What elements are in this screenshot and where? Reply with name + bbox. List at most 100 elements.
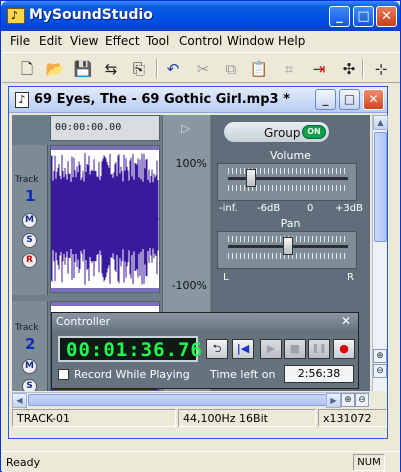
- pan-knob[interactable]: [283, 237, 293, 255]
- zoom-out-vertical-icon[interactable]: ⊖: [373, 364, 387, 378]
- scroll-left-icon[interactable]: ◀: [12, 393, 27, 408]
- status-bar: Ready NUM: [2, 451, 400, 472]
- mute-button[interactable]: M: [22, 359, 37, 374]
- track-2-header: Track 2 M S: [12, 301, 48, 391]
- waveform-graphic: [50, 146, 159, 292]
- controller-title-bar[interactable]: Controller ✕: [52, 313, 358, 330]
- app-window: ♪ MySoundStudio _ □ ✕ File Edit View Eff…: [0, 0, 401, 472]
- mute-button[interactable]: M: [22, 213, 37, 228]
- track-label: Track: [15, 323, 39, 333]
- title-bar[interactable]: ♪ MySoundStudio _ □ ✕: [1, 1, 400, 31]
- group-on-indicator: ON: [302, 125, 326, 139]
- close-button[interactable]: ✕: [376, 6, 397, 27]
- volume-scale-label: 0: [307, 203, 314, 214]
- controller-window: Controller ✕ 00:01:36.76 ⮌ |◀ ▶ ■ ❚❚ ● R…: [51, 312, 359, 389]
- app-title: MySoundStudio: [29, 7, 153, 23]
- controller-close-icon[interactable]: ✕: [338, 314, 354, 329]
- menu-effect[interactable]: Effect: [105, 34, 140, 48]
- zoom-tool-icon[interactable]: ⊹: [370, 58, 392, 80]
- play-button[interactable]: ▶: [260, 339, 282, 359]
- zoom-out-horizontal-icon[interactable]: ⊖: [355, 393, 369, 407]
- export-icon[interactable]: ⎘: [128, 58, 150, 80]
- record-while-playing-label: Record While Playing: [74, 368, 190, 381]
- import-icon[interactable]: ⇆: [100, 58, 122, 80]
- menu-tool[interactable]: Tool: [146, 34, 169, 48]
- menu-edit[interactable]: Edit: [39, 34, 62, 48]
- solo-button[interactable]: S: [22, 233, 37, 248]
- insert-track-icon[interactable]: ⇥: [308, 58, 330, 80]
- track-number: 2: [25, 335, 36, 353]
- toolbar-separator: [362, 59, 364, 79]
- volume-slider[interactable]: [217, 163, 357, 201]
- group-label: Group: [264, 126, 301, 140]
- solo-button[interactable]: S: [22, 379, 37, 391]
- track-label: Track: [15, 175, 39, 185]
- audio-file-icon: ♪: [15, 92, 29, 108]
- waveform-track-1[interactable]: [50, 145, 160, 293]
- app-logo-icon: ♪: [7, 8, 25, 24]
- track-status: TRACK-01: [12, 409, 176, 427]
- zoom-status: x131072: [318, 409, 387, 427]
- timeline-position[interactable]: 00:00:00.00: [50, 115, 160, 141]
- menu-window[interactable]: Window: [227, 34, 274, 48]
- horizontal-scroll-thumb[interactable]: [28, 394, 328, 406]
- menu-bar: File Edit View Effect Tool Control Windo…: [2, 31, 400, 51]
- pan-right-label: R: [347, 272, 354, 283]
- track-number: 1: [25, 187, 36, 205]
- track-1-header: Track 1 M S R: [12, 145, 48, 295]
- time-left-value: 2:56:38: [284, 365, 354, 383]
- record-button[interactable]: ●: [333, 339, 355, 359]
- level-bottom-label: -100%: [171, 279, 207, 292]
- pan-title: Pan: [280, 217, 301, 230]
- doc-close-button[interactable]: ✕: [363, 89, 384, 110]
- time-left-label: Time left on: [210, 368, 276, 381]
- controller-title: Controller: [56, 315, 111, 328]
- new-file-icon[interactable]: 🗋: [16, 58, 38, 80]
- menu-view[interactable]: View: [70, 34, 98, 48]
- vertical-scrollbar[interactable]: ▲ ⊕ ⊖: [372, 115, 388, 391]
- menu-control[interactable]: Control: [179, 34, 222, 48]
- play-marker-icon: ▷: [181, 121, 191, 135]
- save-icon[interactable]: 💾: [72, 58, 94, 80]
- doc-maximize-button[interactable]: □: [339, 89, 360, 110]
- toolbar: 🗋 📂 💾 ⇆ ⎘ ↶ ✂ ⧉ 📋 ⌗ ⇥ ✣ ⊹: [2, 52, 400, 83]
- menu-file[interactable]: File: [10, 34, 30, 48]
- vertical-scroll-thumb[interactable]: [374, 132, 387, 242]
- stop-button[interactable]: ■: [284, 339, 306, 359]
- document-title-bar[interactable]: ♪ 69 Eyes, The - 69 Gothic Girl.mp3 * _ …: [9, 87, 387, 113]
- pause-button[interactable]: ❚❚: [308, 339, 330, 359]
- paste-icon[interactable]: 📋: [248, 58, 270, 80]
- toolbar-separator: [156, 59, 158, 79]
- cut-icon[interactable]: ✂: [192, 58, 214, 80]
- effects-icon[interactable]: ✣: [338, 58, 360, 80]
- undo-icon[interactable]: ↶: [162, 58, 184, 80]
- group-toggle[interactable]: Group ON: [223, 121, 330, 143]
- time-display: 00:01:36.76: [58, 336, 202, 362]
- doc-minimize-button[interactable]: _: [315, 89, 336, 110]
- pan-left-label: L: [223, 272, 229, 283]
- minimize-button[interactable]: _: [329, 6, 350, 27]
- go-to-start-button[interactable]: |◀: [232, 339, 254, 359]
- volume-knob[interactable]: [246, 169, 256, 187]
- maximize-button[interactable]: □: [353, 6, 374, 27]
- pan-slider[interactable]: [217, 231, 357, 269]
- format-status: 44,100Hz 16Bit: [178, 409, 316, 427]
- crop-icon[interactable]: ⌗: [278, 58, 300, 80]
- menu-help[interactable]: Help: [278, 34, 305, 48]
- record-while-playing-checkbox[interactable]: [58, 369, 69, 380]
- document-title: 69 Eyes, The - 69 Gothic Girl.mp3 *: [34, 92, 290, 107]
- loop-button[interactable]: ⮌: [206, 339, 228, 359]
- open-folder-icon[interactable]: 📂: [44, 58, 66, 80]
- scroll-up-icon[interactable]: ▲: [373, 115, 388, 130]
- scroll-right-icon[interactable]: ▶: [326, 393, 341, 408]
- horizontal-scrollbar[interactable]: ◀ ▶ ⊕ ⊖: [12, 392, 370, 408]
- document-status-bar: TRACK-01 44,100Hz 16Bit x131072: [12, 409, 387, 427]
- zoom-in-horizontal-icon[interactable]: ⊕: [341, 393, 355, 407]
- record-arm-button[interactable]: R: [22, 253, 37, 268]
- volume-scale-label: -inf.: [219, 203, 238, 214]
- level-top-label: 100%: [175, 157, 207, 170]
- volume-scale-label: +3dB: [335, 203, 363, 214]
- num-lock-indicator: NUM: [353, 454, 385, 471]
- zoom-in-vertical-icon[interactable]: ⊕: [373, 349, 387, 363]
- copy-icon[interactable]: ⧉: [220, 58, 242, 80]
